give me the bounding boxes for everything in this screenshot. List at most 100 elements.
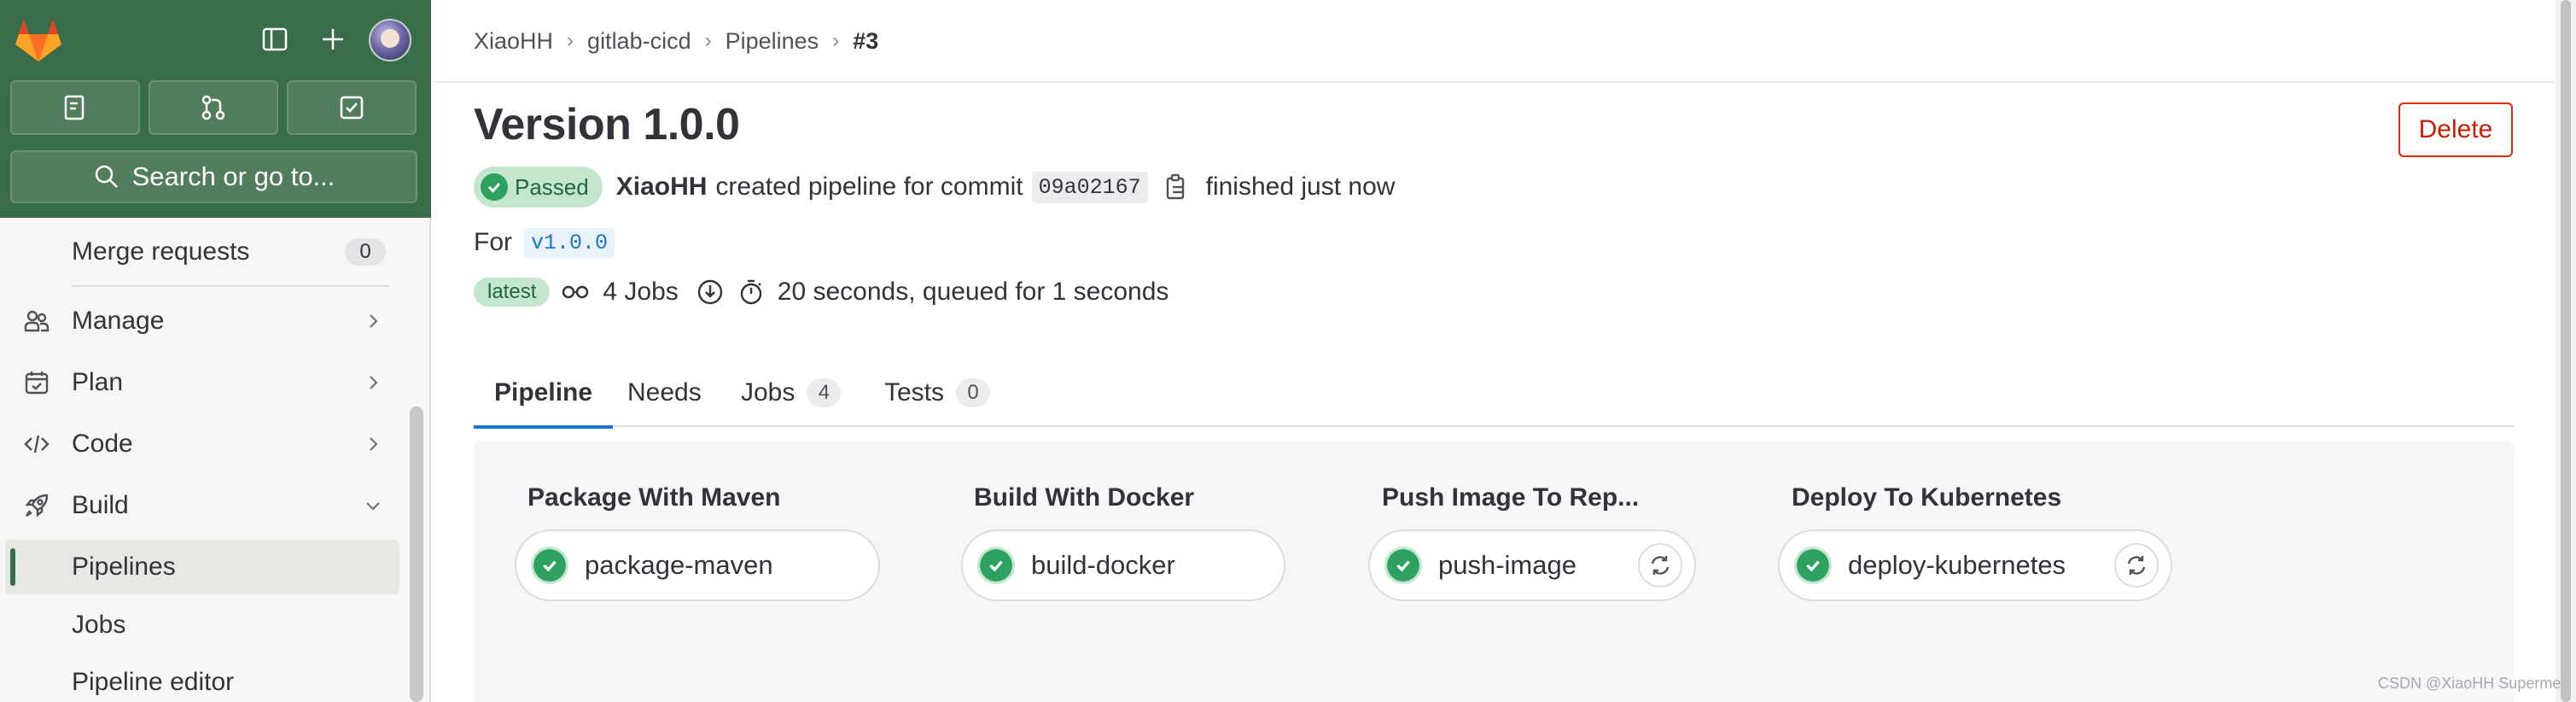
- sidebar-toggle-icon[interactable]: [254, 19, 295, 60]
- breadcrumb-item-pipelines[interactable]: Pipelines: [726, 28, 819, 55]
- pipeline-graph: Package With Maven package-maven Build W…: [474, 441, 2514, 702]
- pipeline-author-link[interactable]: XiaoHH: [616, 173, 708, 202]
- job-success-icon: [1384, 547, 1422, 584]
- chevron-right-icon: [362, 310, 384, 332]
- sidebar-item-pipeline-editor[interactable]: Pipeline editor: [0, 654, 418, 702]
- job-success-icon: [977, 547, 1015, 584]
- breadcrumb-item-group[interactable]: XiaoHH: [474, 28, 553, 55]
- issues-icon: [64, 95, 85, 120]
- sidebar-item-plan[interactable]: Plan: [0, 354, 418, 411]
- rocket-icon: [22, 491, 51, 520]
- sidebar-item-label: Jobs: [72, 611, 126, 639]
- chevron-down-icon: [362, 494, 384, 517]
- stage-column: Deploy To Kubernetes: [1792, 483, 2061, 512]
- users-icon: [22, 307, 51, 336]
- retry-icon[interactable]: [1638, 543, 1682, 588]
- todo-check-icon: [340, 96, 364, 120]
- sidebar-item-merge-requests[interactable]: Merge requests 0: [0, 224, 418, 280]
- sidebar-item-build[interactable]: Build: [0, 477, 418, 534]
- breadcrumb-item-current[interactable]: #3: [853, 28, 878, 55]
- pipeline-icon: [562, 278, 591, 307]
- sidebar-item-manage[interactable]: Manage: [0, 293, 418, 349]
- todos-shortcut-button[interactable]: [287, 80, 417, 135]
- sidebar-scrollbar[interactable]: [410, 407, 423, 702]
- sidebar-item-label: Code: [72, 430, 133, 458]
- sidebar-item-jobs[interactable]: Jobs: [0, 597, 418, 653]
- stage-column: Build With Docker: [974, 483, 1194, 512]
- tab-pipeline[interactable]: Pipeline: [474, 359, 614, 429]
- for-label: For: [474, 228, 512, 256]
- nav-divider: [72, 285, 389, 287]
- sidebar-item-label: Manage: [72, 307, 165, 335]
- breadcrumb-separator: ›: [832, 29, 840, 52]
- check-circle-icon: [481, 173, 508, 201]
- tab-count-badge: 0: [956, 378, 991, 407]
- stage-column: Package With Maven: [527, 483, 781, 512]
- user-avatar[interactable]: [369, 19, 411, 61]
- page-scrollbar[interactable]: [2556, 0, 2576, 702]
- tab-label: Needs: [627, 378, 702, 407]
- planning-icon: [22, 368, 51, 397]
- sidebar-item-code[interactable]: Code: [0, 416, 418, 472]
- retry-icon[interactable]: [2114, 543, 2159, 588]
- page-title: Version 1.0.0: [474, 100, 740, 149]
- sidebar-item-label: Build: [72, 491, 129, 519]
- sidebar-item-pipelines[interactable]: Pipelines: [0, 539, 418, 595]
- pipeline-status-row: Passed XiaoHH created pipeline for commi…: [474, 166, 1403, 208]
- delete-button[interactable]: Delete: [2398, 102, 2513, 157]
- copy-icon[interactable]: [1163, 173, 1191, 202]
- timer-icon: [737, 278, 766, 307]
- breadcrumb-item-project[interactable]: gitlab-cicd: [587, 28, 691, 55]
- duration-text: 20 seconds, queued for 1 seconds: [777, 278, 1169, 306]
- latest-badge: latest: [474, 278, 551, 307]
- header-divider: [433, 81, 2554, 83]
- chevron-right-icon: [362, 371, 384, 394]
- job-name: deploy-kubernetes: [1848, 550, 2066, 580]
- pipeline-tabs: Pipeline Needs Jobs 4 Tests 0: [474, 359, 2514, 429]
- stage-title: Push Image To Rep...: [1382, 483, 1640, 512]
- job-card[interactable]: build-docker: [961, 529, 1285, 601]
- sidebar-item-label: Merge requests: [72, 237, 250, 266]
- status-label: Passed: [515, 173, 589, 200]
- sidebar: Search or go to... Merge requests 0 Mana…: [0, 0, 431, 702]
- tab-count-badge: 4: [807, 378, 842, 407]
- stage-column: Push Image To Rep...: [1382, 483, 1639, 512]
- breadcrumb-separator: ›: [704, 29, 712, 52]
- stage-title: Package With Maven: [527, 483, 781, 512]
- tab-needs[interactable]: Needs: [627, 359, 702, 427]
- issues-shortcut-button[interactable]: [10, 80, 140, 135]
- created-text: created pipeline for commit: [715, 173, 1023, 201]
- watermark: CSDN @XiaoHH Superme: [2378, 675, 2561, 692]
- tab-jobs[interactable]: Jobs 4: [741, 359, 842, 427]
- tab-label: Jobs: [741, 378, 796, 407]
- job-card[interactable]: deploy-kubernetes: [1778, 529, 2172, 601]
- job-card[interactable]: push-image: [1368, 529, 1696, 601]
- ref-link[interactable]: v1.0.0: [524, 227, 615, 258]
- stage-title: Deploy To Kubernetes: [1792, 483, 2062, 512]
- download-artifacts-icon[interactable]: [696, 278, 725, 307]
- job-name: package-maven: [585, 550, 773, 580]
- tab-tests[interactable]: Tests 0: [884, 359, 991, 427]
- status-badge[interactable]: Passed: [474, 167, 603, 208]
- tab-label: Tests: [884, 378, 945, 407]
- app-root: Search or go to... Merge requests 0 Mana…: [0, 0, 2576, 702]
- commit-sha-link[interactable]: 09a02167: [1031, 171, 1148, 203]
- finished-text: finished just now: [1205, 173, 1396, 201]
- gitlab-logo-icon[interactable]: [14, 17, 63, 63]
- sidebar-item-label: Plan: [72, 368, 124, 396]
- job-name: build-docker: [1031, 550, 1175, 580]
- search-button[interactable]: Search or go to...: [10, 150, 417, 203]
- breadcrumb-separator: ›: [567, 29, 574, 52]
- search-icon: [95, 165, 118, 188]
- job-card[interactable]: package-maven: [515, 529, 880, 601]
- main-content: XiaoHH › gitlab-cicd › Pipelines › #3 Ve…: [433, 0, 2554, 702]
- sidebar-header: Search or go to...: [0, 0, 431, 218]
- merge-requests-shortcut-button[interactable]: [149, 80, 278, 135]
- code-icon: [22, 430, 51, 459]
- plus-icon[interactable]: [312, 19, 353, 60]
- page-scrollbar-thumb[interactable]: [2561, 0, 2571, 702]
- pipeline-meta-row: latest 4 Jobs 20 seconds, queued for 1 s…: [474, 273, 1169, 311]
- merge-request-icon: [201, 95, 225, 120]
- chevron-right-icon: [362, 433, 384, 455]
- sidebar-item-label: Pipelines: [72, 553, 176, 581]
